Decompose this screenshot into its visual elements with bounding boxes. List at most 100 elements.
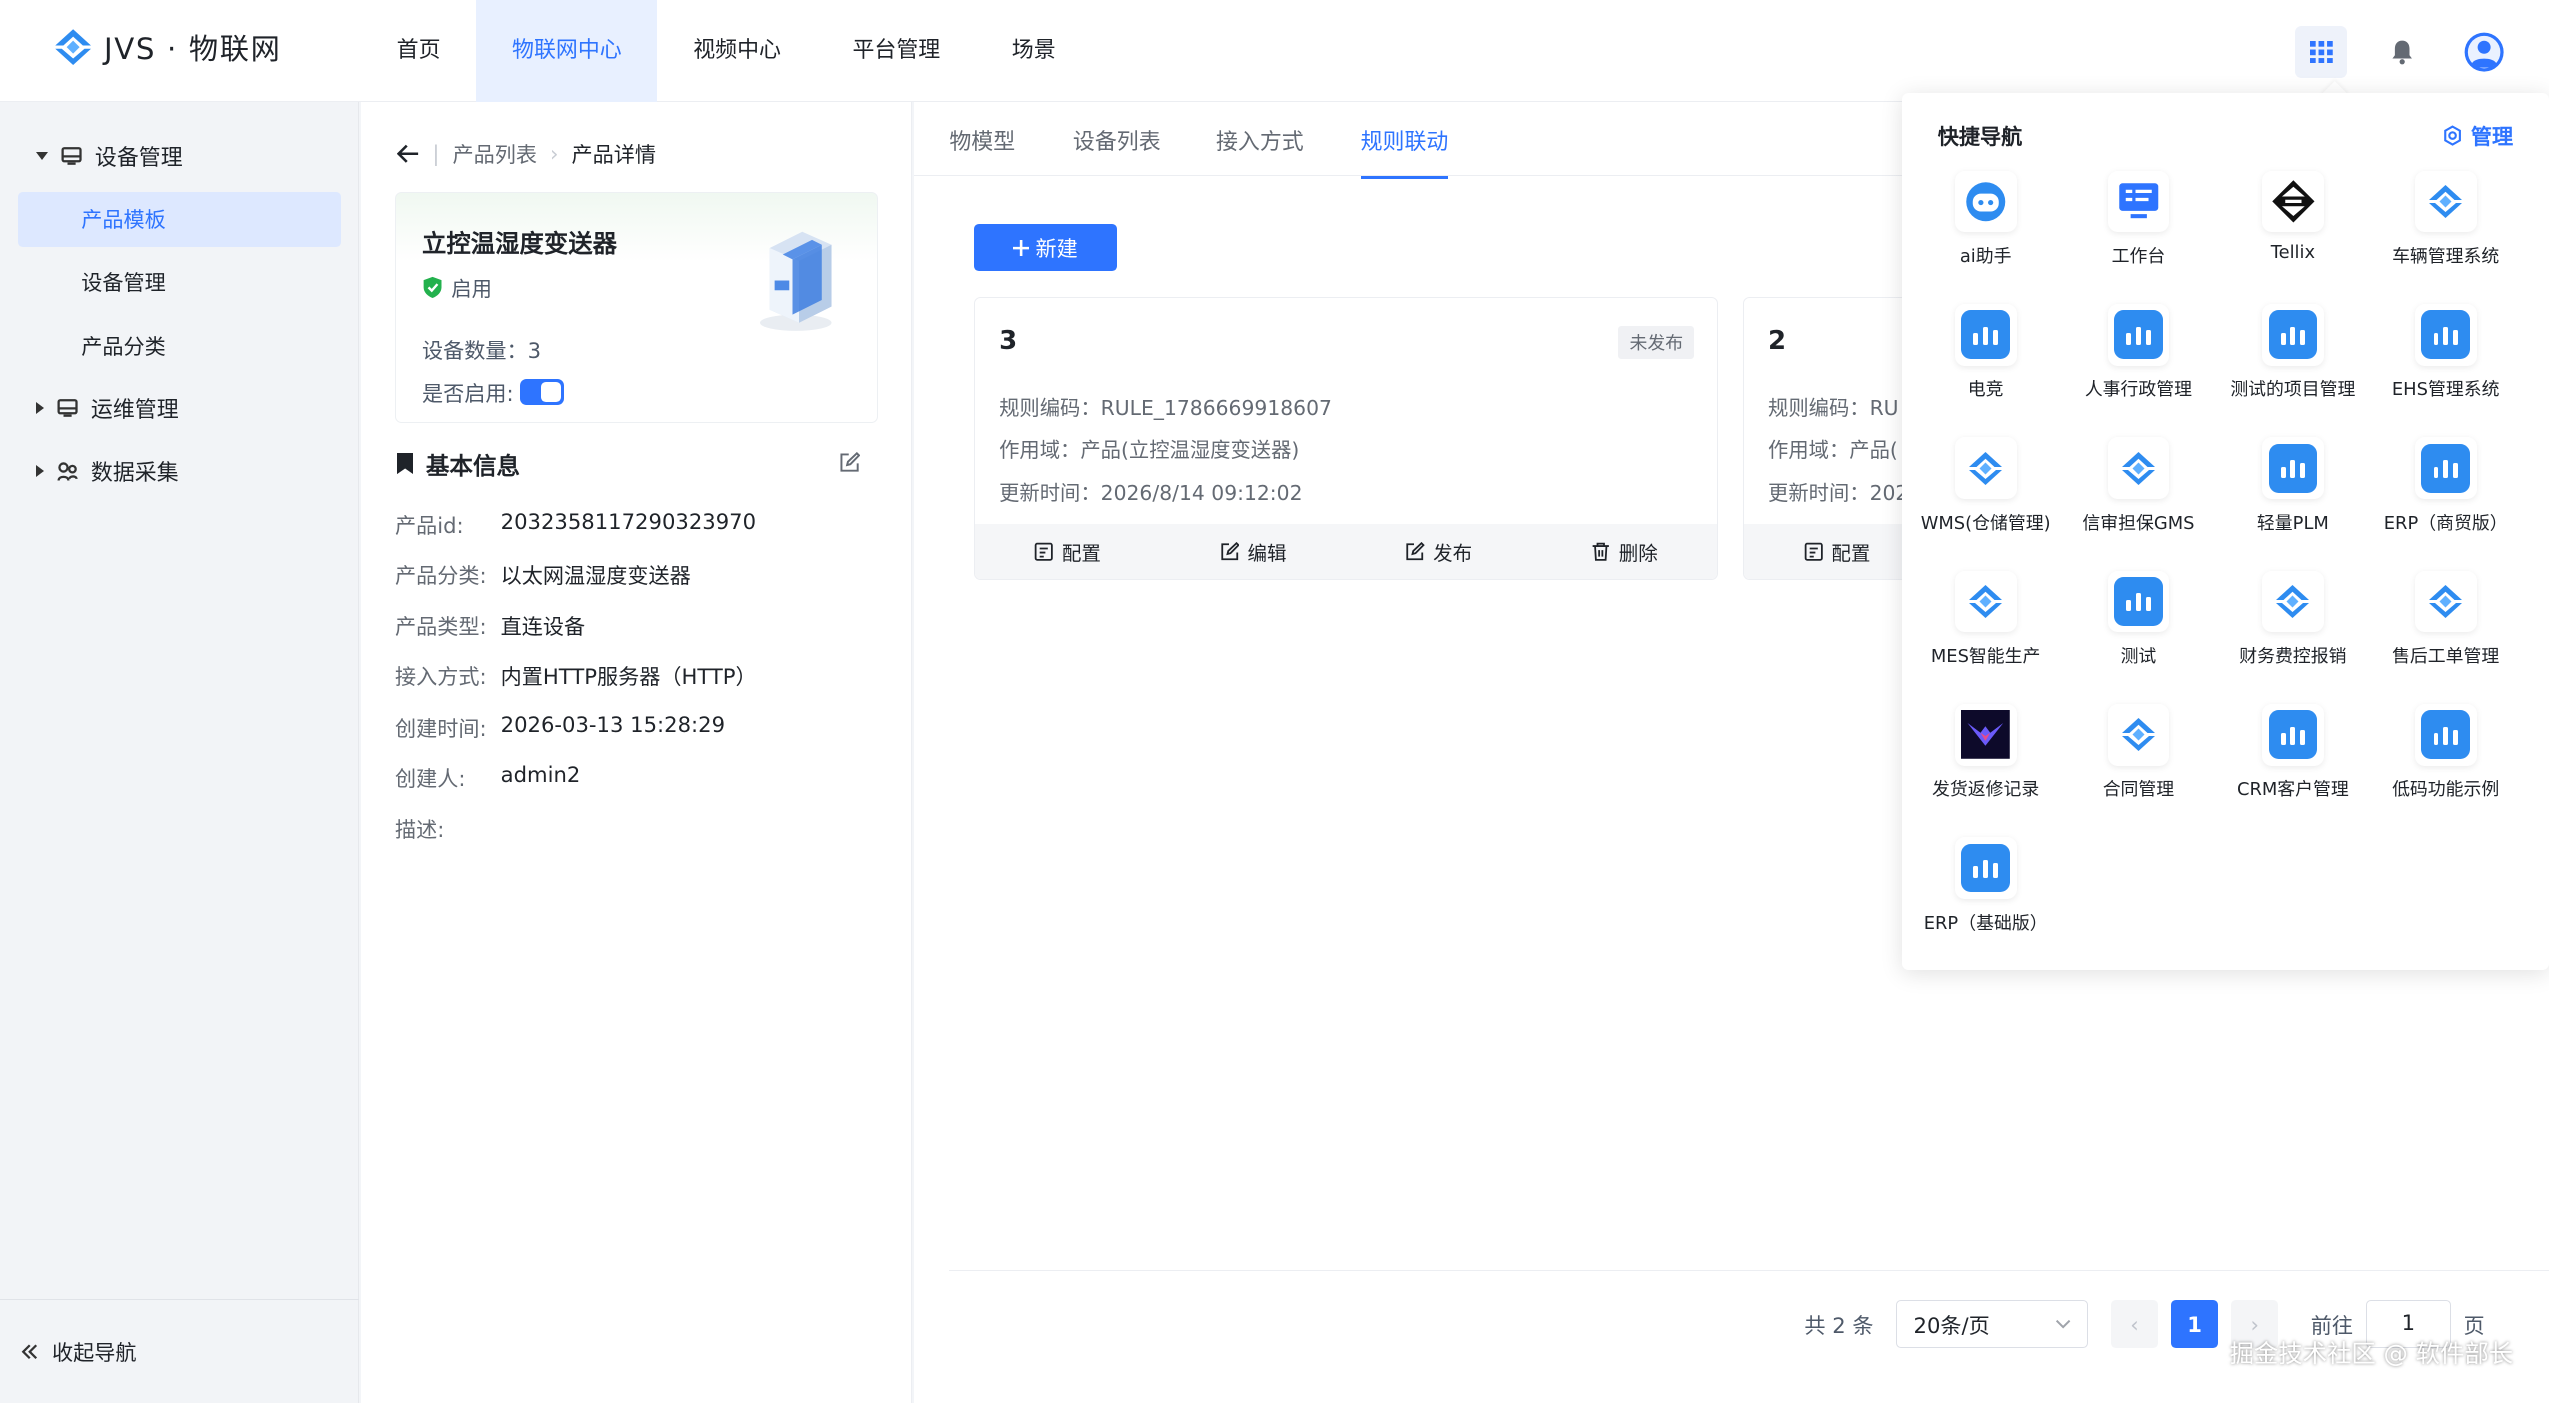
- product-status-text: 启用: [451, 277, 492, 302]
- device-count: 设备数量：3: [422, 334, 541, 365]
- tab-access-method[interactable]: 接入方式: [1216, 125, 1304, 176]
- app-tile[interactable]: 售后工单管理: [2368, 570, 2522, 688]
- info-row-product-id: 产品id: 2032358117290323970: [395, 509, 756, 540]
- caret-right-icon: [35, 402, 44, 414]
- quick-nav-title: 快捷导航: [1937, 124, 2023, 150]
- app-label: 轻量PLM: [2256, 512, 2329, 534]
- app-logo[interactable]: JVS · 物联网: [52, 26, 281, 68]
- nav-platform[interactable]: 平台管理: [817, 0, 976, 102]
- sidebar-item-device-management[interactable]: 设备管理: [18, 255, 341, 310]
- bar-chart-icon: [2262, 303, 2324, 366]
- nav-scene[interactable]: 场景: [976, 0, 1091, 102]
- manage-button[interactable]: 管理: [2442, 120, 2513, 151]
- tab-rule-linkage[interactable]: 规则联动: [1360, 125, 1449, 179]
- app-grid-button[interactable]: [2295, 26, 2348, 79]
- bar-chart-icon: [1954, 837, 2017, 899]
- publish-button[interactable]: 发布: [1346, 524, 1532, 579]
- total-count: 共 2 条: [1804, 1312, 1874, 1338]
- page-number-button[interactable]: 1: [2170, 1300, 2219, 1348]
- app-tile[interactable]: ai助手: [1908, 170, 2062, 288]
- app-tile[interactable]: ERP（商贸版）: [2368, 437, 2522, 554]
- jvs-logo-icon: [55, 29, 92, 65]
- rule-number: 3: [999, 326, 1018, 357]
- rule-card[interactable]: 3 未发布 规则编码：RULE_1786669918607 作用域：产品(立控温…: [973, 297, 1719, 581]
- rule-code: 规则编码：RU: [1768, 396, 1899, 421]
- edit-icon: [1221, 541, 1240, 561]
- info-value: 以太网温湿度变送器: [500, 563, 691, 589]
- new-rule-label: 新建: [1035, 236, 1078, 262]
- rule-actions: 配置 编辑 发布 删除: [974, 524, 1718, 580]
- app-tile[interactable]: 测试的项目管理: [2216, 303, 2370, 421]
- info-key: 创建时间:: [395, 716, 487, 741]
- configure-button[interactable]: 配置: [975, 524, 1161, 579]
- app-tile[interactable]: EHS管理系统: [2368, 303, 2522, 421]
- breadcrumb-divider: |: [432, 141, 440, 167]
- tellix-logo-icon: [2262, 170, 2324, 233]
- app-tile[interactable]: 发货返修记录: [1908, 703, 2062, 821]
- nav-home[interactable]: 首页: [361, 0, 476, 102]
- nav-iot-center[interactable]: 物联网中心: [476, 0, 658, 103]
- breadcrumb-product-list[interactable]: 产品列表: [453, 138, 538, 169]
- back-arrow-icon[interactable]: [396, 144, 420, 164]
- app-tile[interactable]: 低码功能示例: [2368, 703, 2522, 821]
- app-tile[interactable]: 测试: [2061, 570, 2215, 688]
- sidebar-item-product-category[interactable]: 产品分类: [18, 319, 341, 374]
- edit-button[interactable]: 编辑: [1160, 524, 1346, 579]
- bar-chart-icon: [2262, 437, 2324, 500]
- sidebar-item-product-template[interactable]: 产品模板: [17, 191, 342, 248]
- new-rule-button[interactable]: 新建: [973, 224, 1117, 272]
- sidebar-group-device[interactable]: 设备管理: [0, 127, 359, 186]
- sidebar-group-data-collect[interactable]: 数据采集: [0, 442, 359, 501]
- jvs-logo-icon: [2414, 170, 2477, 233]
- quick-nav-popup: 快捷导航 管理 ai助手 工作台 Tellix 车辆管理系统电竞 人事行政管理 测试的项目…: [1901, 92, 2549, 971]
- collapse-nav-label: 收起导航: [52, 1339, 137, 1365]
- enable-toggle[interactable]: [520, 379, 565, 405]
- caret-down-icon: [35, 152, 48, 160]
- app-label: 发货返修记录: [1932, 779, 2040, 801]
- app-label: 财务费控报销: [2239, 646, 2347, 668]
- edit-icon[interactable]: [839, 451, 860, 473]
- bar-chart-icon: [2107, 303, 2170, 366]
- product-card: 立控温湿度变送器 启用 设备数量：3 是否启用:: [395, 191, 878, 423]
- workbench-icon: [2107, 170, 2170, 233]
- app-tile[interactable]: 工作台: [2061, 170, 2215, 288]
- tab-thing-model[interactable]: 物模型: [949, 125, 1015, 176]
- app-tile[interactable]: WMS(仓储管理): [1908, 437, 2062, 554]
- rule-scope: 作用域：产品(立控温湿度变送器): [999, 438, 1300, 463]
- info-value: 2032358117290323970: [500, 508, 757, 534]
- app-tile[interactable]: 轻量PLM: [2216, 437, 2370, 554]
- app-tile[interactable]: 人事行政管理: [2061, 303, 2215, 421]
- page-size-select[interactable]: 20条/页: [1896, 1300, 2089, 1348]
- app-tile[interactable]: 合同管理: [2061, 703, 2215, 821]
- app-tile[interactable]: CRM客户管理: [2216, 703, 2370, 821]
- app-tile[interactable]: MES智能生产: [1908, 570, 2062, 688]
- collapse-nav-button[interactable]: 收起导航: [0, 1298, 360, 1403]
- sidebar: 设备管理 产品模板 设备管理 产品分类 运维管理 数据采集 收起导航: [0, 102, 360, 1403]
- tab-device-list[interactable]: 设备列表: [1073, 125, 1161, 176]
- app-tile[interactable]: ERP（基础版）: [1908, 837, 2062, 954]
- sidebar-group-ops[interactable]: 运维管理: [0, 379, 359, 438]
- page-size-value: 20条/页: [1913, 1312, 1990, 1338]
- notification-button[interactable]: [2377, 26, 2429, 78]
- user-avatar-button[interactable]: [2458, 26, 2510, 78]
- nav-video-center[interactable]: 视频中心: [657, 0, 816, 102]
- plus-icon: [1012, 239, 1029, 256]
- delete-button[interactable]: 删除: [1532, 524, 1718, 579]
- app-tile[interactable]: 车辆管理系统: [2368, 170, 2522, 288]
- bar-chart-icon: [2262, 703, 2324, 766]
- info-row-created-time: 创建时间: 2026-03-13 15:28:29: [395, 712, 725, 743]
- app-tile[interactable]: 电竞: [1908, 303, 2062, 421]
- bar-chart-icon: [2107, 570, 2170, 633]
- app-tile[interactable]: 财务费控报销: [2216, 570, 2370, 688]
- product-name: 立控温湿度变送器: [422, 229, 617, 259]
- prev-page-button[interactable]: ‹: [2110, 1300, 2158, 1348]
- info-value: 内置HTTP服务器（HTTP）: [500, 663, 757, 689]
- top-nav: 首页 物联网中心 视频中心 平台管理 场景: [361, 0, 1092, 103]
- app-tile[interactable]: 信审担保GMS: [2061, 437, 2215, 554]
- app-label: 测试: [2120, 646, 2157, 668]
- sidebar-group-label: 数据采集: [90, 460, 179, 486]
- data-collect-icon: [57, 462, 78, 481]
- sidebar-group-label: 设备管理: [94, 145, 183, 171]
- info-key: 描述:: [395, 816, 445, 842]
- app-tile[interactable]: Tellix: [2216, 170, 2370, 288]
